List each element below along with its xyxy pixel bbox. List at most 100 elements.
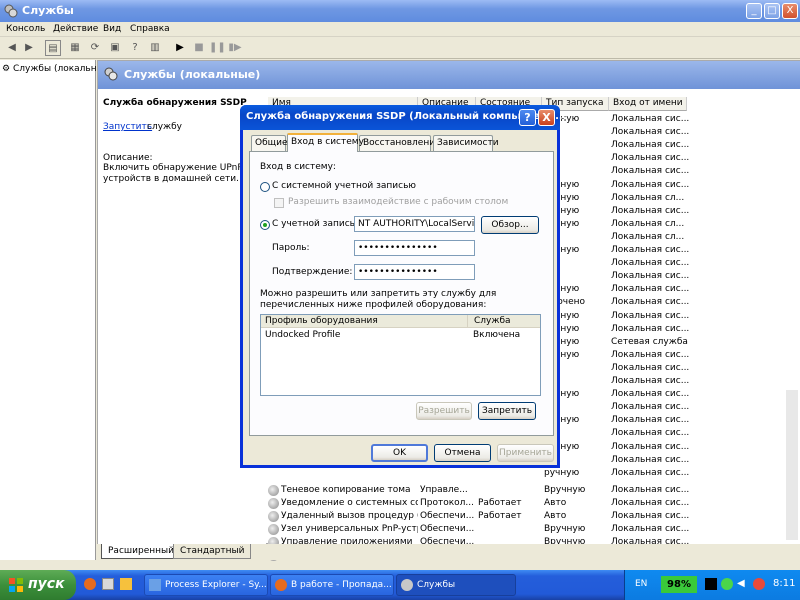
task-services[interactable]: Службы [396,574,516,596]
service-title: Служба обнаружения SSDP [103,98,247,108]
play-icon[interactable]: ▶ [172,40,188,56]
service-desc: Обеспечи... [420,524,475,535]
window-titlebar[interactable]: Службы _ □ X [0,0,800,22]
maximize-button[interactable]: □ [764,3,780,19]
service-state [478,484,542,497]
quicklaunch-icon[interactable] [102,578,114,590]
this-account-radio[interactable] [260,220,270,230]
toolbar: ◀ ▶ ▤ ▦ ⟳ ▣ ? ▥ ▶ ■ ❚❚ ▮▶ [0,37,800,59]
apply-button[interactable]: Применить [497,444,554,462]
console-tree-icon[interactable]: ▤ [45,40,61,56]
service-logon: Локальная сис... [611,376,690,386]
service-type: Авто [544,511,567,521]
task-process-explorer[interactable]: Process Explorer - Sy... [144,574,268,596]
tree-item-services[interactable]: ⚙ Службы (локальные [2,64,109,74]
tab-dependencies[interactable]: Зависимости [433,135,499,151]
battery-indicator[interactable]: 98% [661,576,697,593]
battery-icon[interactable] [705,578,717,590]
service-logon: Локальная сис... [611,179,690,190]
clock: 8:11 [773,578,796,589]
show-desktop-icon[interactable] [120,578,132,590]
service-logon: Локальная сис... [611,323,690,334]
forward-icon[interactable]: ▶ [21,40,37,56]
column-header-profile[interactable]: Профиль оборудования [261,315,468,328]
service-type: Вручную [544,524,586,535]
service-logon: Локальная сис... [611,153,690,164]
service-logon: Локальная сис... [611,497,690,508]
minimize-button[interactable]: _ [746,3,762,19]
password-field[interactable]: ••••••••••••••• [354,240,475,256]
service-logon: Локальная сис... [611,310,690,321]
services-icon [401,579,413,591]
column-header-service[interactable]: Служба [468,315,540,328]
disable-button[interactable]: Запретить [478,402,536,420]
service-startup-type: ручную [544,467,580,478]
service-logon: Локальная сис... [611,389,690,400]
service-logon: Локальная сис... [611,245,690,255]
menu-help[interactable]: Справка [130,24,170,34]
service-logon: Локальная сис... [611,415,690,426]
service-logon: Локальная сис... [611,205,690,216]
view-tabs: Расширенный Стандартный [97,544,800,560]
view-icon[interactable]: ▥ [147,40,163,56]
services-icon [104,67,118,81]
tab-extended[interactable]: Расширенный [101,544,181,559]
windows-logo-icon [9,578,23,592]
restart-icon[interactable]: ▮▶ [227,40,243,56]
cancel-button[interactable]: Отмена [434,444,491,462]
service-type: Авто [544,497,567,508]
service-desc: Управле... [420,484,468,495]
tab-recovery[interactable]: Восстановление [359,135,441,151]
menu-view[interactable]: Вид [103,24,121,34]
security-icon[interactable] [753,578,765,590]
volume-icon[interactable]: ◀ [737,578,749,590]
confirm-password-label: Подтверждение: [272,267,353,277]
pause-icon[interactable]: ❚❚ [209,40,226,56]
pane-title: Службы (локальные) [124,68,261,81]
process-explorer-icon [149,579,161,591]
properties-icon[interactable]: ▦ [67,40,83,56]
service-logon: Локальная сис... [611,258,690,269]
firefox-quicklaunch-icon[interactable] [84,578,96,590]
allow-desktop-label: Разрешить взаимодействие с рабочим столо… [288,197,509,207]
column-header-logon[interactable]: Вход от имени [609,97,687,111]
network-icon[interactable] [721,578,733,590]
service-logon: Локальная сис... [611,428,690,439]
tab-general[interactable]: Общие [251,135,288,151]
password-label: Пароль: [272,243,310,253]
ok-button[interactable]: OK [371,444,428,462]
language-indicator[interactable]: EN [635,579,647,589]
close-button[interactable]: X [782,3,798,19]
browse-button[interactable]: Обзор... [481,216,539,234]
menu-console[interactable]: Консоль [6,24,45,34]
help-icon[interactable]: ? [127,40,143,56]
back-icon[interactable]: ◀ [4,40,20,56]
menu-action[interactable]: Действие [53,24,98,34]
task-browser[interactable]: В работе - Пропада... [270,574,394,596]
start-service-link[interactable]: Запустить [103,122,152,132]
stop-icon[interactable]: ■ [191,40,207,56]
account-field[interactable]: NT AUTHORITY\LocalService [354,216,475,232]
gear-icon [268,524,279,536]
start-button[interactable]: пуск [0,570,76,600]
system-account-radio[interactable] [260,182,270,192]
hardware-profile-list[interactable]: Профиль оборудования Служба Undocked Pro… [260,314,541,396]
allow-desktop-checkbox[interactable] [274,198,284,208]
dialog-close-button[interactable]: X [538,109,555,126]
hardware-profile-name[interactable]: Undocked Profile [265,330,340,340]
refresh-icon[interactable]: ⟳ [87,40,103,56]
export-icon[interactable]: ▣ [107,40,123,56]
console-tree: ⚙ Службы (локальные [0,60,109,560]
tab-logon[interactable]: Вход в систему [287,133,364,152]
dialog-titlebar[interactable]: Служба обнаружения SSDP (Локальный компь… [240,105,567,130]
confirm-password-field[interactable]: ••••••••••••••• [354,264,475,280]
service-logon: Локальная сис... [611,511,690,521]
service-logon: Локальная сис... [611,454,690,465]
service-logon: Локальная сис... [611,297,690,308]
tab-standard[interactable]: Стандартный [173,544,252,559]
enable-button[interactable]: Разрешить [416,402,472,420]
vertical-scrollbar[interactable] [786,390,798,540]
gear-icon [268,484,279,496]
system-tray: EN 98% ◀ 8:11 [624,570,800,600]
dialog-help-button[interactable]: ? [519,109,536,126]
